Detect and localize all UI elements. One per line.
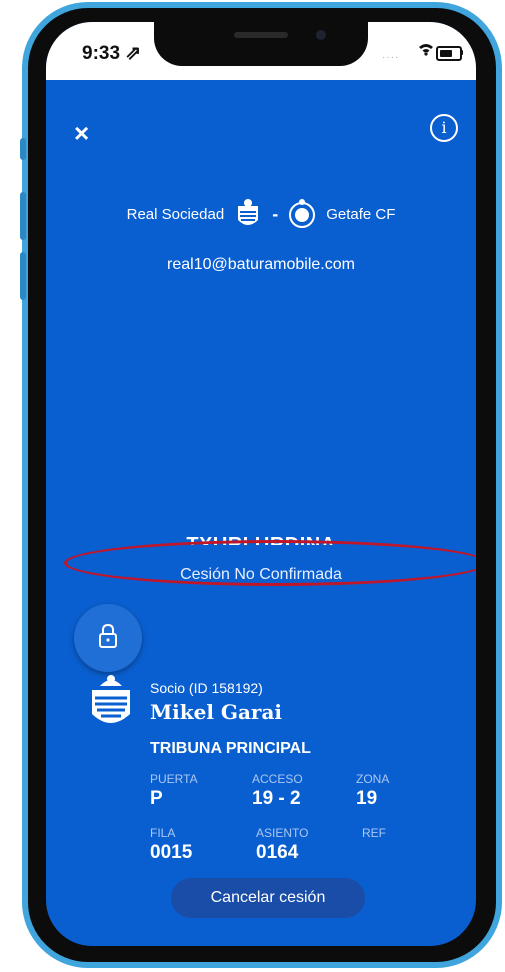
member-id: Socio (ID 158192) xyxy=(150,680,263,696)
home-team-name: Real Sociedad xyxy=(126,205,225,223)
battery-tip xyxy=(461,50,463,55)
member-crest-icon xyxy=(86,674,136,732)
signal-icon: ···· xyxy=(382,52,400,63)
acceso-label: ACCESO xyxy=(252,772,303,786)
match-separator: - xyxy=(272,203,279,224)
highlight-ellipse xyxy=(64,540,476,586)
mute-switch xyxy=(20,138,26,160)
front-camera xyxy=(316,30,326,40)
user-email: real10@baturamobile.com xyxy=(167,256,355,273)
phone-screen: 9:33 ⇗ ···· × i Real Sociedad - Getafe C… xyxy=(46,22,476,946)
holder-name: Mikel Garai xyxy=(150,700,283,724)
getafe-crest-icon xyxy=(288,198,316,230)
battery-icon xyxy=(436,46,462,61)
asiento-label: ASIENTO xyxy=(256,826,309,840)
asiento-value: 0164 xyxy=(256,842,299,863)
puerta-label: PUERTA xyxy=(150,772,198,786)
match-header: Real Sociedad - Getafe CF xyxy=(46,198,476,230)
info-icon[interactable]: i xyxy=(430,114,458,142)
lock-icon xyxy=(97,623,119,654)
zona-value: 19 xyxy=(356,788,378,809)
wifi-icon xyxy=(418,42,434,61)
cancel-transfer-button[interactable]: Cancelar cesión xyxy=(171,878,365,918)
zona-label: ZONA xyxy=(356,772,390,786)
close-icon[interactable]: × xyxy=(74,118,89,149)
acceso-value: 19 - 2 xyxy=(252,788,301,809)
away-team-name: Getafe CF xyxy=(326,205,396,223)
volume-down-button xyxy=(20,252,26,300)
speaker-grille xyxy=(234,32,288,38)
ref-label: REF xyxy=(362,826,386,840)
ticket-screen: × i Real Sociedad - Getafe CF real10@bat… xyxy=(46,80,476,946)
lock-button[interactable] xyxy=(74,604,142,672)
section-name: TRIBUNA PRINCIPAL xyxy=(150,740,311,757)
fila-value: 0015 xyxy=(150,842,193,863)
fila-label: FILA xyxy=(150,826,176,840)
real-sociedad-crest-icon xyxy=(234,198,262,230)
status-time: 9:33 ⇗ xyxy=(82,43,142,64)
volume-up-button xyxy=(20,192,26,240)
puerta-value: P xyxy=(150,788,163,809)
notch xyxy=(154,22,368,66)
